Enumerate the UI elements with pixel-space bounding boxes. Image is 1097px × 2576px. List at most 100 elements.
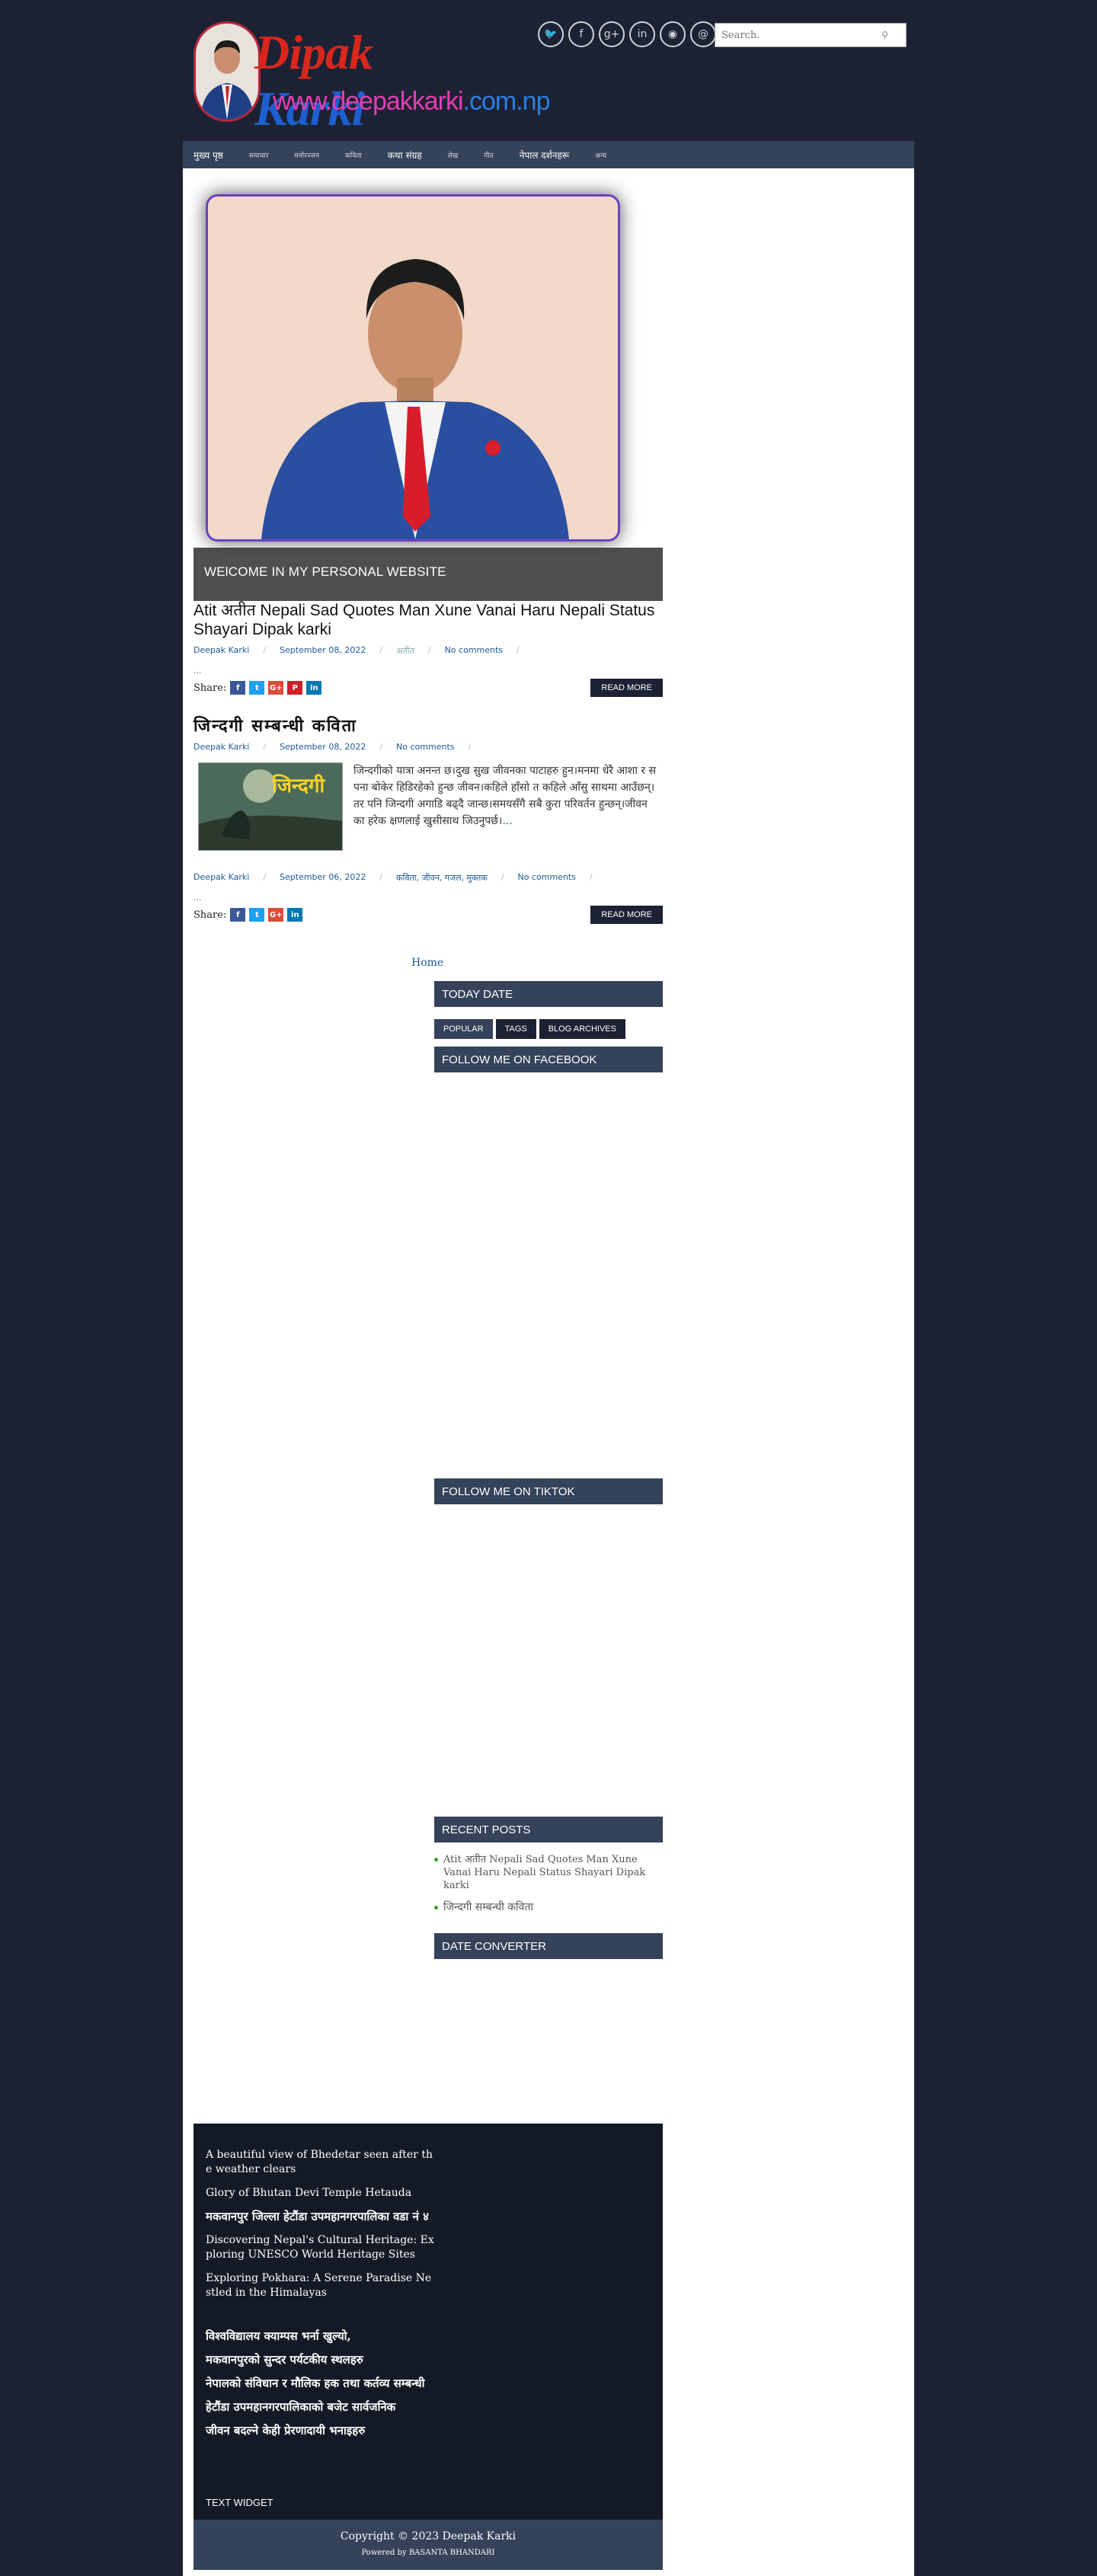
post-title[interactable]: जिन्दगी सम्बन्धी कविता (193, 717, 663, 736)
nav-item-articles[interactable]: लेख (448, 150, 458, 160)
linkedin-share-icon[interactable]: in (287, 908, 303, 922)
facebook-share-icon[interactable]: f (230, 681, 246, 695)
footer-post-link[interactable]: हेटौंडा उपमहानगरपालिकाको बजेट सार्वजनिक (206, 2400, 434, 2415)
hero-slider[interactable]: WElCOME IN MY PERSONAL WEBSITE (193, 185, 663, 601)
site-header: Dipak Karki www.deepakkarki.com.np 🐦 f g… (183, 0, 914, 141)
post-label[interactable]: अतीत (396, 645, 414, 657)
tab-popular[interactable]: POPULAR (434, 1019, 493, 1039)
post-summary: ... (193, 893, 202, 903)
linkedin-icon[interactable]: in (629, 21, 655, 47)
meta-divider: / (468, 742, 472, 752)
share-bar: Share: f t G+ in READ MORE (193, 906, 663, 924)
portrait-photo (208, 197, 618, 539)
tab-tags[interactable]: TAGS (495, 1019, 536, 1039)
facebook-share-icon[interactable]: f (230, 908, 246, 922)
meta-divider: / (263, 742, 267, 752)
hero-caption[interactable]: WElCOME IN MY PERSONAL WEBSITE (193, 548, 663, 601)
google-plus-icon[interactable]: g+ (599, 21, 625, 47)
share-bar: Share: f t G+ P in READ MORE (193, 679, 663, 697)
post-thumbnail[interactable]: जिन्दगी (198, 762, 343, 851)
post-author[interactable]: Deepak Karki (193, 645, 249, 657)
meta-divider: / (517, 645, 520, 655)
post-comments[interactable]: No comments (396, 742, 454, 752)
logo-url: www.deepakkarki.com.np (273, 87, 551, 116)
post-date[interactable]: September 08, 2022 (280, 645, 366, 657)
post-date[interactable]: September 06, 2022 (280, 872, 366, 884)
pinterest-share-icon[interactable]: P (287, 681, 303, 695)
email-icon[interactable]: @ (690, 21, 716, 47)
nav-item-other[interactable]: अन्य (595, 150, 606, 160)
footer: A beautiful view of Bhedetar seen after … (193, 2124, 663, 2520)
post-summary: ... (193, 666, 202, 676)
read-more-button[interactable]: READ MORE (590, 906, 663, 924)
tabs-widget: POPULAR TAGS BLOG ARCHIVES (434, 1019, 663, 1039)
post-meta: Deepak Karki / September 08, 2022 / No c… (193, 742, 663, 752)
twitter-share-icon[interactable]: t (249, 681, 265, 695)
widget-date-converter: DATE CONVERTER (434, 1933, 663, 1959)
meta-divider: / (427, 645, 431, 655)
share-label: Share: (193, 909, 227, 921)
facebook-icon[interactable]: f (568, 21, 594, 47)
search-icon[interactable]: ⚲ (881, 30, 888, 40)
powered-by-text[interactable]: Powered by BASANTA BHANDARI (193, 2549, 663, 2557)
google-plus-share-icon[interactable]: G+ (268, 681, 284, 695)
post-title[interactable]: Atit अतीत Nepali Sad Quotes Man Xune Van… (193, 601, 663, 639)
google-plus-share-icon[interactable]: G+ (268, 908, 284, 922)
meta-divider: / (379, 872, 383, 882)
text-widget-title: TEXT WIDGET (206, 2497, 273, 2508)
thumbnail-title: जिन्दगी (272, 775, 325, 797)
post-meta-bottom: Deepak Karki / September 06, 2022 / कवित… (193, 872, 663, 884)
tab-bar: POPULAR TAGS BLOG ARCHIVES (434, 1019, 663, 1039)
footer-post-link[interactable]: Discovering Nepal's Cultural Heritage: E… (206, 2233, 434, 2262)
post-author[interactable]: Deepak Karki (193, 872, 249, 884)
nav-item-news[interactable]: समाचार (249, 150, 269, 160)
post-comments[interactable]: No comments (518, 872, 576, 884)
widget-recent-posts: RECENT POSTS Atit अतीत Nepali Sad Quotes… (434, 1817, 663, 1923)
tab-blog-archives[interactable]: BLOG ARCHIVES (539, 1019, 625, 1039)
site-logo[interactable]: Dipak Karki www.deepakkarki.com.np (193, 21, 551, 136)
footer-post-link[interactable]: नेपालको संविधान र मौलिक हक तथा कर्तव्य स… (206, 2376, 434, 2391)
copyright-text: Copyright © 2023 Deepak Karki (340, 2530, 517, 2542)
footer-post-link[interactable]: Glory of Bhutan Devi Temple Hetauda (206, 2186, 434, 2200)
meta-divider: / (379, 645, 383, 655)
twitter-share-icon[interactable]: t (249, 908, 265, 922)
footer-post-link[interactable]: A beautiful view of Bhedetar seen after … (206, 2148, 434, 2177)
post-date[interactable]: September 08, 2022 (280, 742, 366, 752)
recent-post-item[interactable]: Atit अतीत Nepali Sad Quotes Man Xune Van… (434, 1853, 663, 1892)
post-author[interactable]: Deepak Karki (193, 742, 249, 752)
post-meta: Deepak Karki / September 08, 2022 / अतीत… (193, 645, 663, 657)
rss-icon[interactable]: ◉ (660, 21, 686, 47)
footer-post-link[interactable]: Exploring Pokhara: A Serene Paradise Nes… (206, 2271, 434, 2300)
read-more-button[interactable]: READ MORE (590, 679, 663, 697)
nav-item-home[interactable]: मुख्य पृष्ठ (193, 149, 223, 161)
post-comments[interactable]: No comments (445, 645, 503, 657)
nav-item-stories[interactable]: कथा संग्रह (388, 149, 422, 161)
footer-post-list: A beautiful view of Bhedetar seen after … (206, 2148, 434, 2447)
footer-post-link[interactable]: जीवन बदल्ने केही प्रेरणादायी भनाइहरु (206, 2424, 434, 2438)
logo-title: Dipak Karki (254, 25, 373, 136)
person-silhouette-icon (200, 40, 254, 120)
nav-item-poems[interactable]: कविता (345, 150, 362, 160)
meta-divider: / (263, 872, 267, 882)
widget-title: FOLLOW ME ON TIKTOK (434, 1478, 663, 1504)
nav-item-nepal-tours[interactable]: नेपाल दर्शनहरू (520, 149, 569, 161)
copyright-bar: Copyright © 2023 Deepak Karki Powered by… (193, 2520, 663, 2570)
footer-post-link[interactable]: मकवानपुर जिल्ला हेटौंडा उपमहानगरपालिका व… (206, 2210, 434, 2224)
linkedin-share-icon[interactable]: in (306, 681, 322, 695)
widget-title: FOLLOW ME ON FACEBOOK (434, 1047, 663, 1072)
nav-item-songs[interactable]: गीत (484, 150, 494, 160)
post-card: Atit अतीत Nepali Sad Quotes Man Xune Van… (193, 601, 663, 697)
footer-post-link[interactable]: विश्वविद्यालय क्याम्पस भर्ना खुल्यो, (206, 2329, 434, 2344)
twitter-icon[interactable]: 🐦 (538, 21, 564, 47)
post-excerpt: जिन्दगीको यात्रा अनन्त छ।दुख सुख जीवनका … (353, 765, 657, 827)
recent-post-item[interactable]: जिन्दगी सम्बन्धी कविता (434, 1901, 663, 1914)
footer-post-link[interactable]: मकवानपुरको सुन्दर पर्यटकीय स्थलहरु (206, 2353, 434, 2367)
search-input[interactable] (715, 24, 881, 46)
recent-posts-list: Atit अतीत Nepali Sad Quotes Man Xune Van… (434, 1853, 663, 1914)
post-labels[interactable]: कविता, जीवन, गजल, मुक्तक (396, 872, 488, 884)
main-nav: मुख्य पृष्ठ समाचार मनोरञ्जन कविता कथा सं… (183, 141, 914, 168)
nav-item-entertainment[interactable]: मनोरञ्जन (294, 150, 319, 160)
content-area: WElCOME IN MY PERSONAL WEBSITE Atit अतीत… (183, 168, 914, 2576)
home-link[interactable]: Home (411, 957, 443, 969)
